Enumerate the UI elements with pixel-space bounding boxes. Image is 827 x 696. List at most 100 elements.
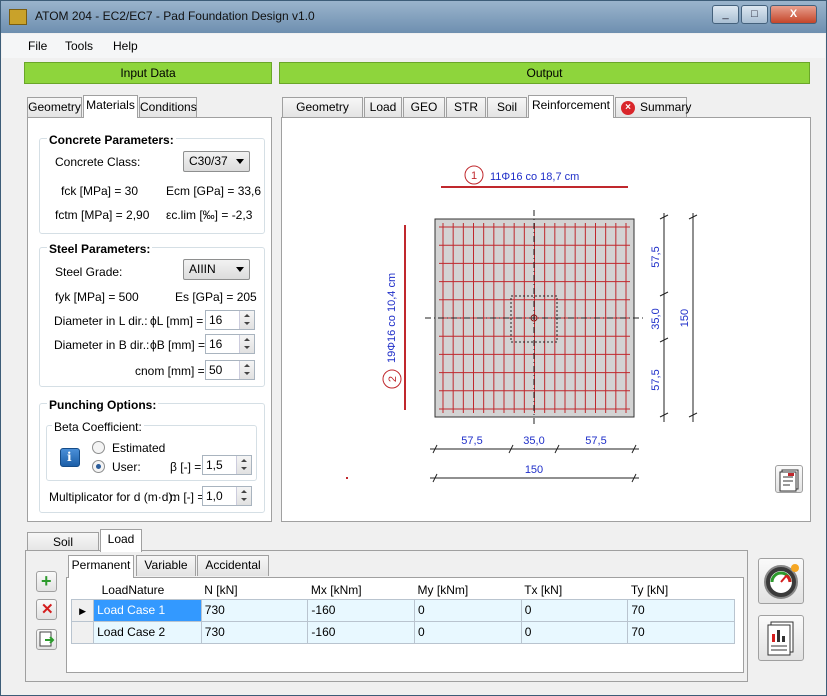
export-button[interactable]	[36, 629, 57, 650]
stepper-arrows-icon[interactable]	[239, 311, 254, 329]
col-mx[interactable]: Mx [kNm]	[307, 581, 415, 599]
steel-grade-select[interactable]: AIIIN	[183, 259, 250, 280]
dim-bottom-3: 57,5	[585, 435, 606, 447]
phi-b-input[interactable]: 16	[205, 334, 255, 354]
reinforcement-drawing: 1 11Φ16 co 18,7 cm 2 19Φ16 co 10,4 cm 57…	[346, 165, 698, 483]
estimated-label: Estimated	[112, 441, 166, 455]
maximize-button[interactable]: □	[741, 5, 768, 24]
m-input[interactable]: 1,0	[202, 486, 252, 506]
window-title: ATOM 204 - EC2/EC7 - Pad Foundation Desi…	[35, 9, 315, 23]
tab-geo[interactable]: GEO	[403, 97, 445, 118]
close-button[interactable]: X	[770, 5, 817, 24]
tab-geometry-view[interactable]: Geometry View	[282, 97, 363, 133]
chevron-down-icon	[236, 159, 244, 164]
tab-variable[interactable]: Variable	[136, 555, 196, 576]
fctm-value: fctm [MPa] = 2,90	[55, 208, 150, 222]
tab-conditions[interactable]: Conditions	[139, 97, 197, 118]
concrete-class-select[interactable]: C30/37	[183, 151, 250, 172]
top-bar-number: 1	[471, 170, 477, 182]
user-radio[interactable]	[92, 460, 105, 473]
dim-right-total: 150	[679, 309, 691, 327]
tab-str[interactable]: STR	[446, 97, 486, 118]
tab-geometry[interactable]: Geometry	[27, 97, 82, 118]
report-icon	[779, 469, 799, 492]
stepper-arrows-icon[interactable]	[236, 456, 251, 474]
steel-title: Steel Parameters:	[47, 242, 153, 256]
table-cell[interactable]: 0	[414, 620, 522, 644]
menu-help[interactable]: Help	[113, 39, 138, 53]
table-cell[interactable]: 70	[627, 620, 735, 644]
calculate-button[interactable]	[758, 558, 804, 604]
diam-b-label: Diameter in B dir.:	[54, 338, 150, 352]
dim-right-1: 57,5	[650, 246, 662, 267]
m-value: 1,0	[206, 489, 223, 503]
left-bar-label: 19Φ16 co 10,4 cm	[386, 273, 398, 363]
col-tx[interactable]: Tx [kN]	[521, 581, 628, 599]
user-label: User:	[112, 460, 141, 474]
col-ty[interactable]: Ty [kN]	[627, 581, 735, 599]
menu-bar: File Tools Help	[2, 34, 825, 58]
row-selector[interactable]	[70, 620, 95, 644]
table-row[interactable]: ▶ Load Case 1 730 -160 0 0 70	[70, 598, 735, 622]
top-bar-label: 11Φ16 co 18,7 cm	[490, 171, 579, 183]
report-button[interactable]	[775, 465, 803, 493]
tab-accidental[interactable]: Accidental	[197, 555, 269, 576]
document-chart-icon	[767, 621, 794, 656]
cnom-value: 50	[209, 363, 223, 377]
dim-bottom-2: 35,0	[523, 435, 544, 447]
phi-l-label: ϕL [mm] =	[150, 314, 204, 328]
export-icon	[39, 631, 55, 647]
add-button[interactable]: +	[36, 571, 57, 592]
gauge-icon	[764, 564, 799, 599]
table-cell[interactable]: 0	[520, 620, 629, 644]
table-cell[interactable]: -160	[307, 598, 416, 622]
error-icon: ×	[621, 101, 635, 115]
beta-label: β [-] =	[170, 460, 202, 474]
tab-permanent[interactable]: Permanent	[68, 555, 134, 578]
table-cell[interactable]: Load Case 1	[93, 598, 202, 622]
stepper-arrows-icon[interactable]	[239, 361, 254, 379]
menu-tools[interactable]: Tools	[65, 39, 93, 53]
col-my[interactable]: My [kNm]	[414, 581, 522, 599]
tab-soil[interactable]: Soil	[487, 97, 527, 118]
table-cell[interactable]: 730	[200, 598, 309, 622]
ecm-value: Ecm [GPa] = 33,6	[166, 184, 262, 198]
table-cell[interactable]: Load Case 2	[93, 620, 202, 644]
tab-load-output[interactable]: Load	[364, 97, 402, 118]
beta-input[interactable]: 1,5	[202, 455, 252, 475]
tab-summary-label: Summary	[640, 100, 692, 114]
table-cell[interactable]: -160	[307, 620, 416, 644]
m-label: m [-] =	[170, 490, 205, 504]
cnom-input[interactable]: 50	[205, 360, 255, 380]
table-row[interactable]: Load Case 2 730 -160 0 0 70	[70, 620, 735, 644]
tab-materials[interactable]: Materials	[83, 95, 138, 118]
eclim-value: εc.lim [‰] = -2,3	[166, 208, 253, 222]
phi-l-value: 16	[209, 313, 223, 327]
col-n[interactable]: N [kN]	[201, 581, 308, 599]
info-icon: i	[67, 450, 72, 464]
es-value: Es [GPa] = 205	[175, 290, 257, 304]
stepper-arrows-icon[interactable]	[236, 487, 251, 505]
minimize-button[interactable]: _	[712, 5, 739, 24]
table-cell[interactable]: 730	[200, 620, 309, 644]
punching-title: Punching Options:	[47, 398, 159, 412]
info-button[interactable]: i	[60, 448, 80, 467]
tab-load[interactable]: Load	[100, 529, 142, 552]
table-cell[interactable]: 0	[520, 598, 629, 622]
menu-file[interactable]: File	[28, 39, 47, 53]
phi-l-input[interactable]: 16	[205, 310, 255, 330]
stepper-arrows-icon[interactable]	[239, 335, 254, 353]
tab-summary[interactable]: × Summary	[615, 97, 691, 118]
row-pointer-icon: ▶	[79, 606, 87, 616]
estimated-radio[interactable]	[92, 441, 105, 454]
table-cell[interactable]: 70	[627, 598, 735, 622]
col-loadnature[interactable]: LoadNature	[93, 581, 202, 599]
dim-right-2: 35,0	[650, 308, 662, 329]
row-selector[interactable]: ▶	[70, 598, 95, 622]
stray-mark	[346, 477, 348, 479]
full-report-button[interactable]	[758, 615, 804, 661]
fck-value: fck [MPa] = 30	[61, 184, 139, 198]
table-cell[interactable]: 0	[414, 598, 522, 622]
tab-reinforcement[interactable]: Reinforcement	[528, 95, 614, 118]
delete-button[interactable]: ✕	[36, 599, 57, 620]
